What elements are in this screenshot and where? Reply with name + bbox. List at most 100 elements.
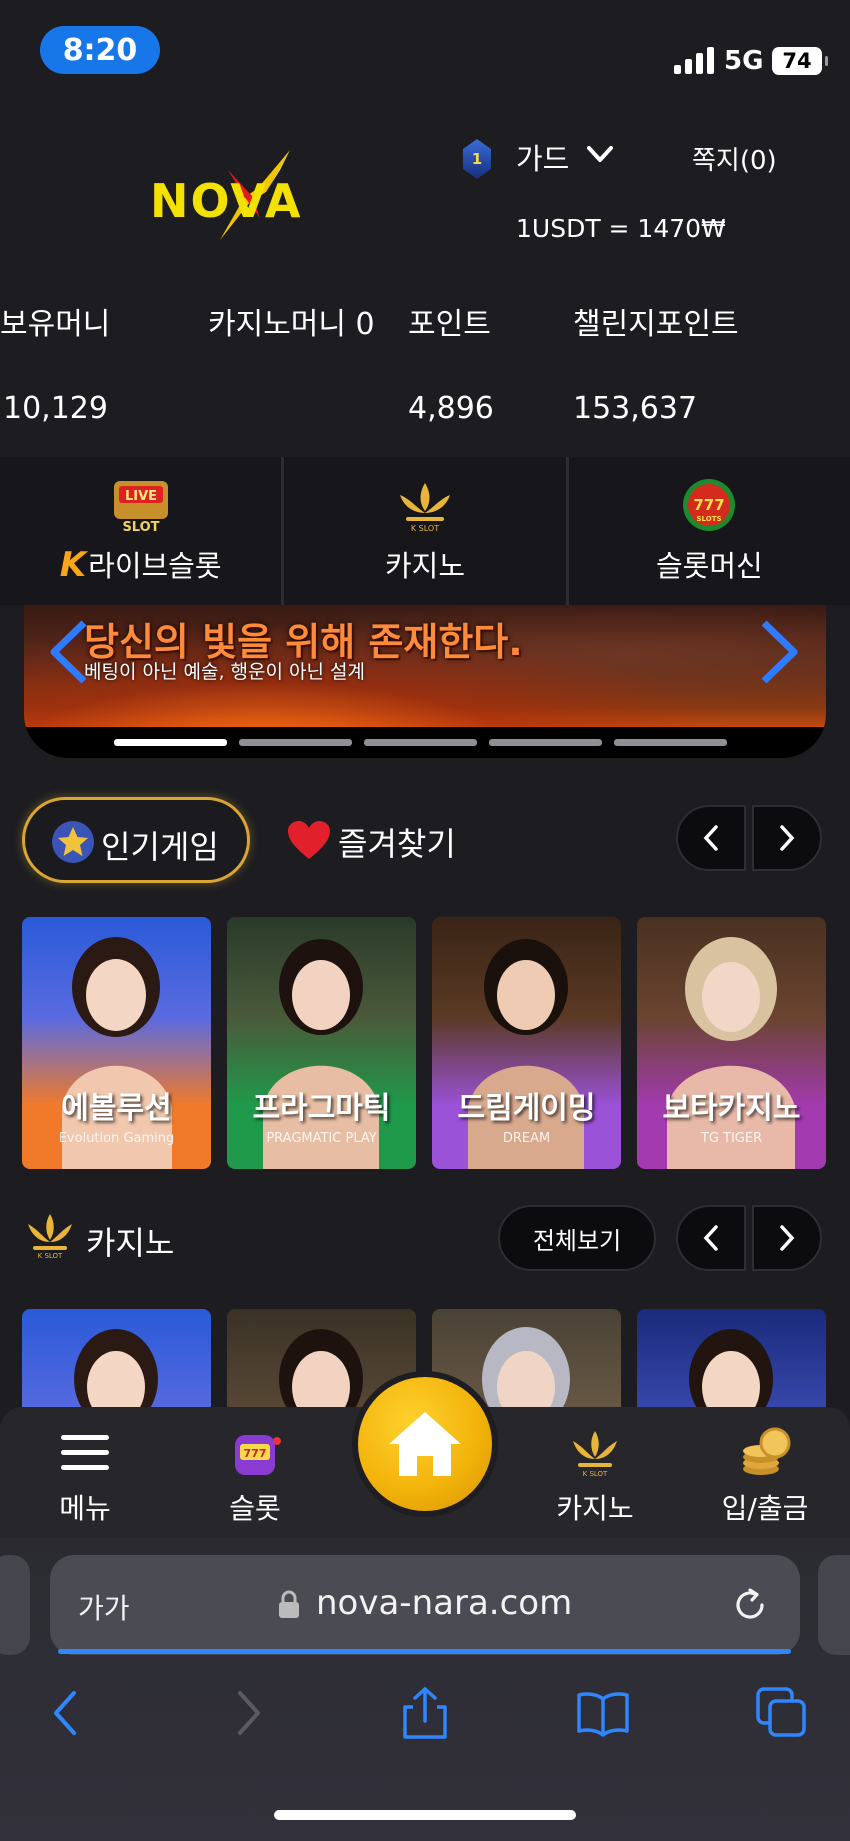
page-load-progress	[58, 1649, 791, 1654]
star-icon	[52, 821, 94, 863]
category-casino[interactable]: K SLOT 카지노	[284, 457, 569, 605]
banner-next-icon[interactable]	[756, 619, 802, 685]
tab-label: 인기게임	[101, 828, 219, 866]
game-card-bota-casino[interactable]: 보타카지노 TG TIGER	[637, 917, 826, 1169]
chevron-right-icon	[780, 1225, 795, 1251]
home-icon	[389, 1412, 461, 1476]
category-label: 슬롯머신	[655, 549, 763, 583]
address-bar[interactable]: 가가 nova-nara.com	[50, 1555, 800, 1655]
game-title: 프라그마틱	[252, 1091, 391, 1126]
banner-pagination	[114, 739, 727, 746]
game-card-dream-gaming[interactable]: 드림게이밍 DREAM	[432, 917, 621, 1169]
provider-logo: TG TIGER	[700, 1131, 763, 1146]
home-button[interactable]	[358, 1377, 492, 1511]
held-money-value: 10,129	[3, 391, 108, 426]
nav-label: 슬롯	[229, 1492, 281, 1525]
svg-text:SLOTS: SLOTS	[697, 515, 722, 523]
category-row: LIVE SLOT K라이브슬롯 K SLOT 카지노 777 SLOTS 슬롯…	[0, 457, 850, 605]
game-card-evolution[interactable]: 에볼루션 Evolution Gaming	[22, 917, 211, 1169]
carousel-next-button[interactable]	[752, 1205, 822, 1271]
chevron-down-icon[interactable]	[585, 140, 615, 168]
slot-machine-icon: 777	[235, 1435, 281, 1475]
promo-banner[interactable]: 당신의 빛을 위해 존재한다. 베팅이 아닌 예술, 행운이 아닌 설계	[24, 605, 826, 758]
points-value: 4,896	[408, 391, 494, 426]
pagination-dot[interactable]	[614, 739, 727, 746]
casino-money-label: 카지노머니 0	[208, 307, 375, 342]
heart-icon[interactable]	[286, 819, 332, 861]
tab-favorites[interactable]: 즐겨찾기	[338, 819, 456, 865]
game-title: 에볼루션	[61, 1091, 172, 1126]
held-money-label: 보유머니	[0, 307, 111, 342]
reload-icon[interactable]	[730, 1585, 770, 1625]
nav-deposit-withdraw[interactable]: 입/출금	[680, 1407, 850, 1537]
popular-carousel-nav	[676, 805, 822, 871]
game-card-pragmatic[interactable]: 프라그마틱 PRAGMATIC PLAY	[227, 917, 416, 1169]
carousel-next-button[interactable]	[752, 805, 822, 871]
nav-label: 입/출금	[721, 1492, 809, 1525]
chevron-left-icon	[703, 1225, 718, 1251]
nav-slot[interactable]: 777 슬롯	[170, 1407, 340, 1537]
home-indicator	[274, 1810, 576, 1820]
nav-menu[interactable]: 메뉴	[0, 1407, 170, 1537]
casino-section-title: 카지노	[86, 1224, 175, 1262]
nova-logo[interactable]: NOVA	[140, 140, 330, 250]
forward-icon[interactable]	[220, 1685, 276, 1741]
casino-game-card[interactable]	[22, 1309, 211, 1419]
chevron-left-icon	[703, 825, 718, 851]
nav-casino[interactable]: K SLOT 카지노	[510, 1407, 680, 1537]
svg-text:777: 777	[244, 1447, 267, 1460]
pagination-dot[interactable]	[239, 739, 352, 746]
next-tab-peek[interactable]	[818, 1555, 850, 1655]
provider-logo: Evolution Gaming	[58, 1131, 175, 1146]
category-slot-machine[interactable]: 777 SLOTS 슬롯머신	[568, 457, 850, 605]
k-slot-lotus-icon: K SLOT	[573, 1431, 617, 1478]
status-bar: 8:20 5G 74	[0, 0, 850, 110]
points-label: 포인트	[408, 307, 491, 342]
pagination-dot[interactable]	[489, 739, 602, 746]
carousel-prev-button[interactable]	[676, 1205, 746, 1271]
tabs-icon[interactable]	[754, 1685, 810, 1741]
pagination-dot[interactable]	[364, 739, 477, 746]
share-icon[interactable]	[397, 1685, 453, 1741]
site-header: NOVA 1 가드 쪽지(0) 1USDT = 1470₩	[0, 110, 850, 275]
provider-logo: DREAM	[502, 1131, 551, 1146]
popular-games-list: 에볼루션 Evolution Gaming 프라그마틱 PRAGMATIC PL…	[22, 917, 826, 1169]
coins-icon	[743, 1427, 791, 1475]
chevron-right-icon	[780, 825, 795, 851]
carousel-prev-button[interactable]	[676, 805, 746, 871]
text-size-button[interactable]: 가가	[78, 1587, 130, 1627]
banner-subtext: 베팅이 아닌 예술, 행운이 아닌 설계	[84, 661, 365, 683]
previous-tab-peek[interactable]	[0, 1555, 30, 1655]
provider-logo: PRAGMATIC PLAY	[266, 1131, 377, 1146]
rank-name[interactable]: 가드	[516, 136, 569, 178]
lock-icon	[279, 1590, 299, 1618]
casino-game-card[interactable]	[637, 1309, 826, 1419]
k-slot-lotus-icon: K SLOT	[28, 1214, 72, 1260]
challenge-points-label: 챌린지포인트	[573, 307, 739, 342]
nav-label: 메뉴	[59, 1492, 111, 1525]
exchange-rate: 1USDT = 1470₩	[516, 214, 726, 243]
tab-popular-games[interactable]: 인기게임	[22, 797, 250, 883]
category-label: K라이브슬롯	[59, 545, 222, 585]
battery-icon: 74	[772, 47, 828, 75]
url-text: nova-nara.com	[316, 1583, 573, 1623]
dealer-portrait-image	[74, 1329, 158, 1419]
banner-prev-icon[interactable]	[46, 619, 92, 685]
logo-text: NOVA	[150, 174, 303, 228]
pagination-dot[interactable]	[114, 739, 227, 746]
view-all-button[interactable]: 전체보기	[498, 1205, 656, 1271]
network-type: 5G	[724, 46, 764, 76]
nav-label: 카지노	[556, 1492, 634, 1525]
challenge-points-value: 153,637	[573, 391, 698, 426]
svg-text:K SLOT: K SLOT	[411, 524, 439, 533]
svg-text:LIVE: LIVE	[125, 489, 157, 504]
game-title: 보타카지노	[662, 1091, 801, 1126]
bookmarks-icon[interactable]	[575, 1685, 631, 1741]
status-time: 8:20	[40, 26, 160, 74]
category-live-slot[interactable]: LIVE SLOT K라이브슬롯	[0, 457, 285, 605]
svg-text:K SLOT: K SLOT	[583, 1470, 608, 1478]
category-label: 카지노	[384, 549, 466, 583]
messages-link[interactable]: 쪽지(0)	[692, 140, 777, 177]
back-icon[interactable]	[38, 1685, 94, 1741]
777-slots-icon: 777 SLOTS	[683, 479, 736, 531]
